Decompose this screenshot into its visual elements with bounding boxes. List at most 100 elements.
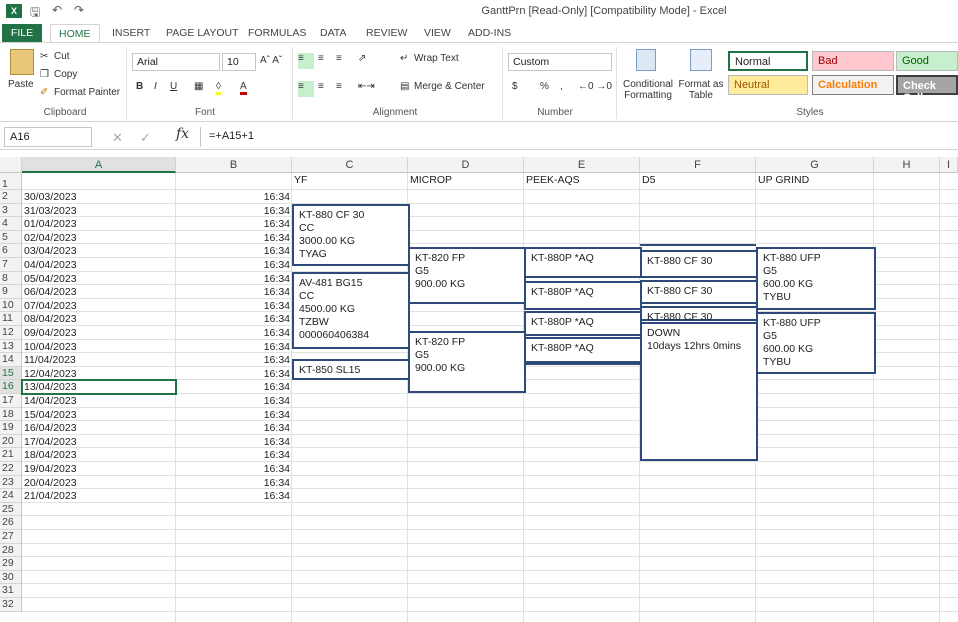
align-middle-icon[interactable]: ≡ [318, 53, 324, 64]
row-header[interactable]: 22 [0, 462, 22, 476]
orientation-icon[interactable]: ⇗ [358, 53, 366, 64]
time-cell[interactable]: 16:34 [178, 313, 290, 325]
font-size-select[interactable]: 10 [222, 53, 256, 71]
row-header[interactable]: 10 [0, 298, 22, 313]
row-header[interactable]: 19 [0, 421, 22, 435]
number-format-select[interactable]: Custom [508, 53, 612, 71]
time-cell[interactable]: 16:34 [178, 273, 290, 285]
style-normal[interactable]: Normal [728, 51, 808, 71]
time-cell[interactable]: 16:34 [178, 191, 290, 203]
fill-color-icon[interactable]: ◊ [216, 81, 221, 95]
style-check-cell[interactable]: Check Cell [896, 75, 958, 104]
font-color-icon[interactable]: A [240, 81, 247, 95]
align-top-icon[interactable]: ≡ [298, 53, 314, 69]
gantt-bar-yf-2[interactable]: AV-481 BG15 CC 4500.00 KG TZBW 000060406… [292, 271, 410, 350]
style-calculation[interactable]: Calculation [812, 75, 894, 95]
row-header[interactable]: 27 [0, 530, 22, 544]
row-header[interactable]: 17 [0, 394, 22, 408]
row-header[interactable]: 30 [0, 570, 22, 585]
gantt-bar-grind-2[interactable]: KT-880 UFP G5 600.00 KG TYBU [756, 312, 876, 374]
row-header[interactable]: 15 [0, 366, 22, 381]
tab-insert[interactable]: INSERT [104, 24, 158, 42]
gantt-bar-d5-2[interactable]: KT-880 CF 30 [640, 279, 758, 305]
time-cell[interactable]: 16:34 [178, 422, 290, 434]
copy-button[interactable]: Copy [54, 69, 77, 80]
conditional-formatting-button[interactable]: Conditional Formatting [622, 79, 674, 101]
tab-view[interactable]: VIEW [416, 24, 459, 42]
gantt-bar-peek-3[interactable]: KT-880P *AQ [524, 311, 642, 336]
time-cell[interactable]: 16:34 [178, 449, 290, 461]
currency-button[interactable]: $ [512, 81, 518, 92]
date-cell[interactable]: 03/04/2023 [24, 245, 174, 257]
time-cell[interactable]: 16:34 [178, 463, 290, 475]
style-bad[interactable]: Bad [812, 51, 894, 71]
time-cell[interactable]: 16:34 [178, 341, 290, 353]
gantt-bar-d5-1[interactable]: KT-880 CF 30 [640, 249, 758, 279]
time-cell[interactable]: 16:34 [178, 218, 290, 230]
time-cell[interactable]: 16:34 [178, 381, 290, 393]
tab-data[interactable]: DATA [312, 24, 354, 42]
indent-icon[interactable]: ⇤⇥ [358, 81, 375, 92]
column-header-c[interactable]: C [292, 157, 408, 173]
comma-button[interactable]: , [560, 81, 563, 92]
column-header-i[interactable]: I [940, 157, 958, 173]
date-cell[interactable]: 06/04/2023 [24, 286, 174, 298]
row-header[interactable]: 16 [0, 380, 22, 394]
date-cell[interactable]: 05/04/2023 [24, 273, 174, 285]
underline-button[interactable]: U [170, 81, 177, 92]
date-cell[interactable]: 10/04/2023 [24, 341, 174, 353]
paste-button[interactable]: Paste [8, 79, 34, 90]
row-header[interactable]: 4 [0, 217, 22, 231]
align-bottom-icon[interactable]: ≡ [336, 53, 342, 64]
row-header[interactable]: 1 [0, 173, 22, 190]
borders-icon[interactable]: ▦ [194, 81, 203, 92]
font-name-select[interactable]: Arial [132, 53, 220, 71]
column-header-h[interactable]: H [874, 157, 940, 173]
date-cell[interactable]: 11/04/2023 [24, 354, 174, 366]
row-header[interactable]: 8 [0, 271, 22, 286]
time-cell[interactable]: 16:34 [178, 409, 290, 421]
date-cell[interactable]: 15/04/2023 [24, 409, 174, 421]
row-header[interactable]: 6 [0, 244, 22, 258]
time-cell[interactable]: 16:34 [178, 300, 290, 312]
align-left-icon[interactable]: ≡ [298, 81, 314, 97]
row-header[interactable]: 28 [0, 543, 22, 558]
row-header[interactable]: 29 [0, 557, 22, 571]
style-neutral[interactable]: Neutral [728, 75, 808, 95]
tab-page-layout[interactable]: PAGE LAYOUT [158, 24, 247, 42]
gantt-bar-peek-4[interactable]: KT-880P *AQ [524, 336, 642, 363]
row-header[interactable]: 11 [0, 312, 22, 326]
time-cell[interactable]: 16:34 [178, 232, 290, 244]
row-header[interactable]: 32 [0, 598, 22, 612]
gantt-bar-d5-4[interactable]: DOWN 10days 12hrs 0mins [640, 321, 758, 461]
gantt-bar-peek-1[interactable]: KT-880P *AQ [524, 247, 642, 279]
time-cell[interactable]: 16:34 [178, 327, 290, 339]
select-all-corner[interactable] [0, 157, 22, 173]
wrap-text-button[interactable]: Wrap Text [414, 53, 459, 64]
cut-button[interactable]: Cut [54, 51, 70, 62]
format-painter-button[interactable]: Format Painter [54, 87, 120, 98]
align-right-icon[interactable]: ≡ [336, 81, 342, 92]
decimal-icon[interactable]: ←0 →0 [578, 81, 612, 92]
date-cell[interactable]: 12/04/2023 [24, 368, 174, 380]
row-header[interactable]: 3 [0, 203, 22, 218]
date-cell[interactable]: 14/04/2023 [24, 395, 174, 407]
format-painter-icon[interactable]: ✐ [40, 87, 48, 98]
format-table-icon[interactable] [690, 49, 712, 71]
tab-file[interactable]: FILE [2, 24, 42, 42]
percent-button[interactable]: % [540, 81, 549, 92]
date-cell[interactable]: 30/03/2023 [24, 191, 174, 203]
row-header[interactable]: 23 [0, 475, 22, 490]
row-header[interactable]: 2 [0, 190, 22, 204]
date-cell[interactable]: 20/04/2023 [24, 477, 174, 489]
paste-icon[interactable] [10, 49, 34, 75]
column-header-e[interactable]: E [524, 157, 640, 173]
gantt-bar-microp-1[interactable]: KT-820 FP G5 900.00 KG [408, 247, 526, 305]
insert-function-icon[interactable]: fx [176, 126, 189, 142]
date-cell[interactable]: 17/04/2023 [24, 436, 174, 448]
column-header-b[interactable]: B [176, 157, 292, 173]
enter-icon[interactable]: ✓ [140, 130, 151, 146]
row-header[interactable]: 7 [0, 258, 22, 272]
italic-button[interactable]: I [154, 81, 157, 92]
tab-formulas[interactable]: FORMULAS [240, 24, 314, 42]
